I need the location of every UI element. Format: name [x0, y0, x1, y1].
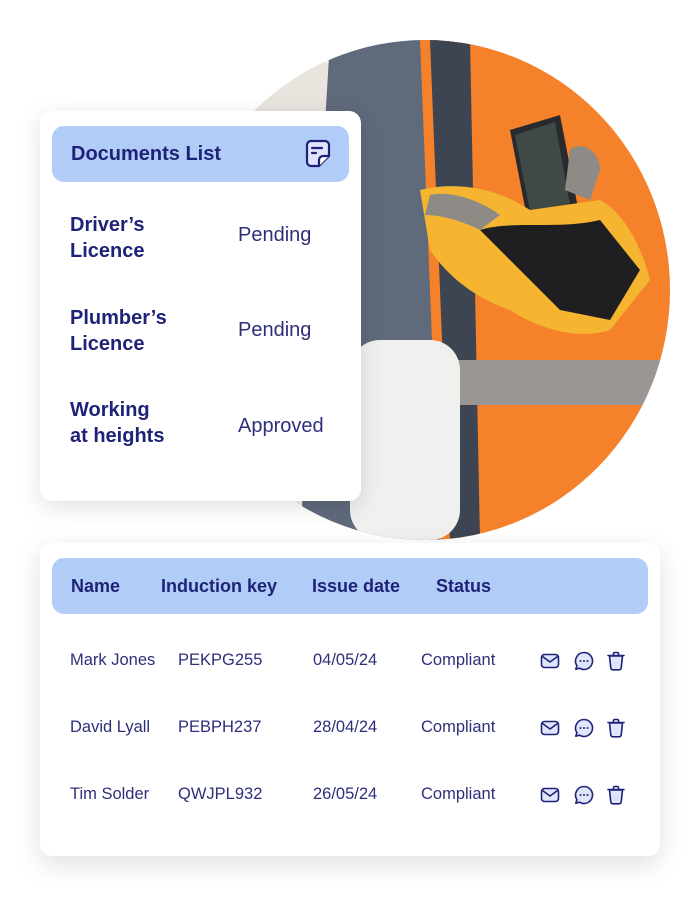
document-name: Driver’s Licence: [70, 212, 210, 264]
document-name-line2: Licence: [70, 333, 145, 355]
document-name-line1: Plumber’s: [70, 307, 167, 329]
document-name-line2: at heights: [70, 425, 165, 447]
cell-name: Tim Solder: [70, 785, 150, 803]
cell-status: Compliant: [421, 651, 496, 669]
document-name-line1: Working: [70, 399, 150, 421]
document-name: Plumber’s Licence: [70, 305, 210, 357]
documents-list-header: Documents List: [52, 126, 349, 182]
column-header-status[interactable]: Status: [436, 576, 491, 597]
table-row: Mark Jones PEKPG255 04/05/24 Compliant: [40, 651, 660, 675]
cell-status: Compliant: [421, 785, 496, 803]
document-status: Approved: [238, 415, 324, 437]
documents-list-title: Documents List: [71, 143, 222, 165]
sticky-note-icon[interactable]: [301, 137, 335, 171]
documents-list-card: Documents List Driver’s Licence Pending …: [40, 111, 361, 501]
cell-induction-key: PEKPG255: [178, 651, 263, 669]
cell-status: Compliant: [421, 718, 496, 736]
table-row: Tim Solder QWJPL932 26/05/24 Compliant: [40, 785, 660, 809]
trash-icon[interactable]: [605, 650, 627, 672]
column-header-name[interactable]: Name: [71, 576, 120, 597]
column-header-induction-key[interactable]: Induction key: [161, 576, 277, 597]
mail-icon[interactable]: [539, 784, 561, 806]
cell-name: David Lyall: [70, 718, 151, 736]
inductions-table-card: Name Induction key Issue date Status Mar…: [40, 543, 660, 856]
trash-icon[interactable]: [605, 784, 627, 806]
cell-name: Mark Jones: [70, 651, 156, 669]
cell-issue-date: 04/05/24: [313, 651, 378, 669]
chat-icon[interactable]: [573, 717, 595, 739]
table-header: Name Induction key Issue date Status: [52, 558, 648, 614]
document-name-line1: Driver’s: [70, 214, 145, 236]
mail-icon[interactable]: [539, 650, 561, 672]
table-row: David Lyall PEBPH237 28/04/24 Compliant: [40, 718, 660, 742]
cell-issue-date: 28/04/24: [313, 718, 378, 736]
mail-icon[interactable]: [539, 717, 561, 739]
cell-induction-key: QWJPL932: [178, 785, 263, 803]
chat-icon[interactable]: [573, 784, 595, 806]
document-name-line2: Licence: [70, 240, 145, 262]
trash-icon[interactable]: [605, 717, 627, 739]
document-status: Pending: [238, 224, 312, 246]
chat-icon[interactable]: [573, 650, 595, 672]
cell-induction-key: PEBPH237: [178, 718, 262, 736]
cell-issue-date: 26/05/24: [313, 785, 378, 803]
document-status: Pending: [238, 319, 312, 341]
document-name: Working at heights: [70, 397, 210, 449]
column-header-issue-date[interactable]: Issue date: [312, 576, 400, 597]
